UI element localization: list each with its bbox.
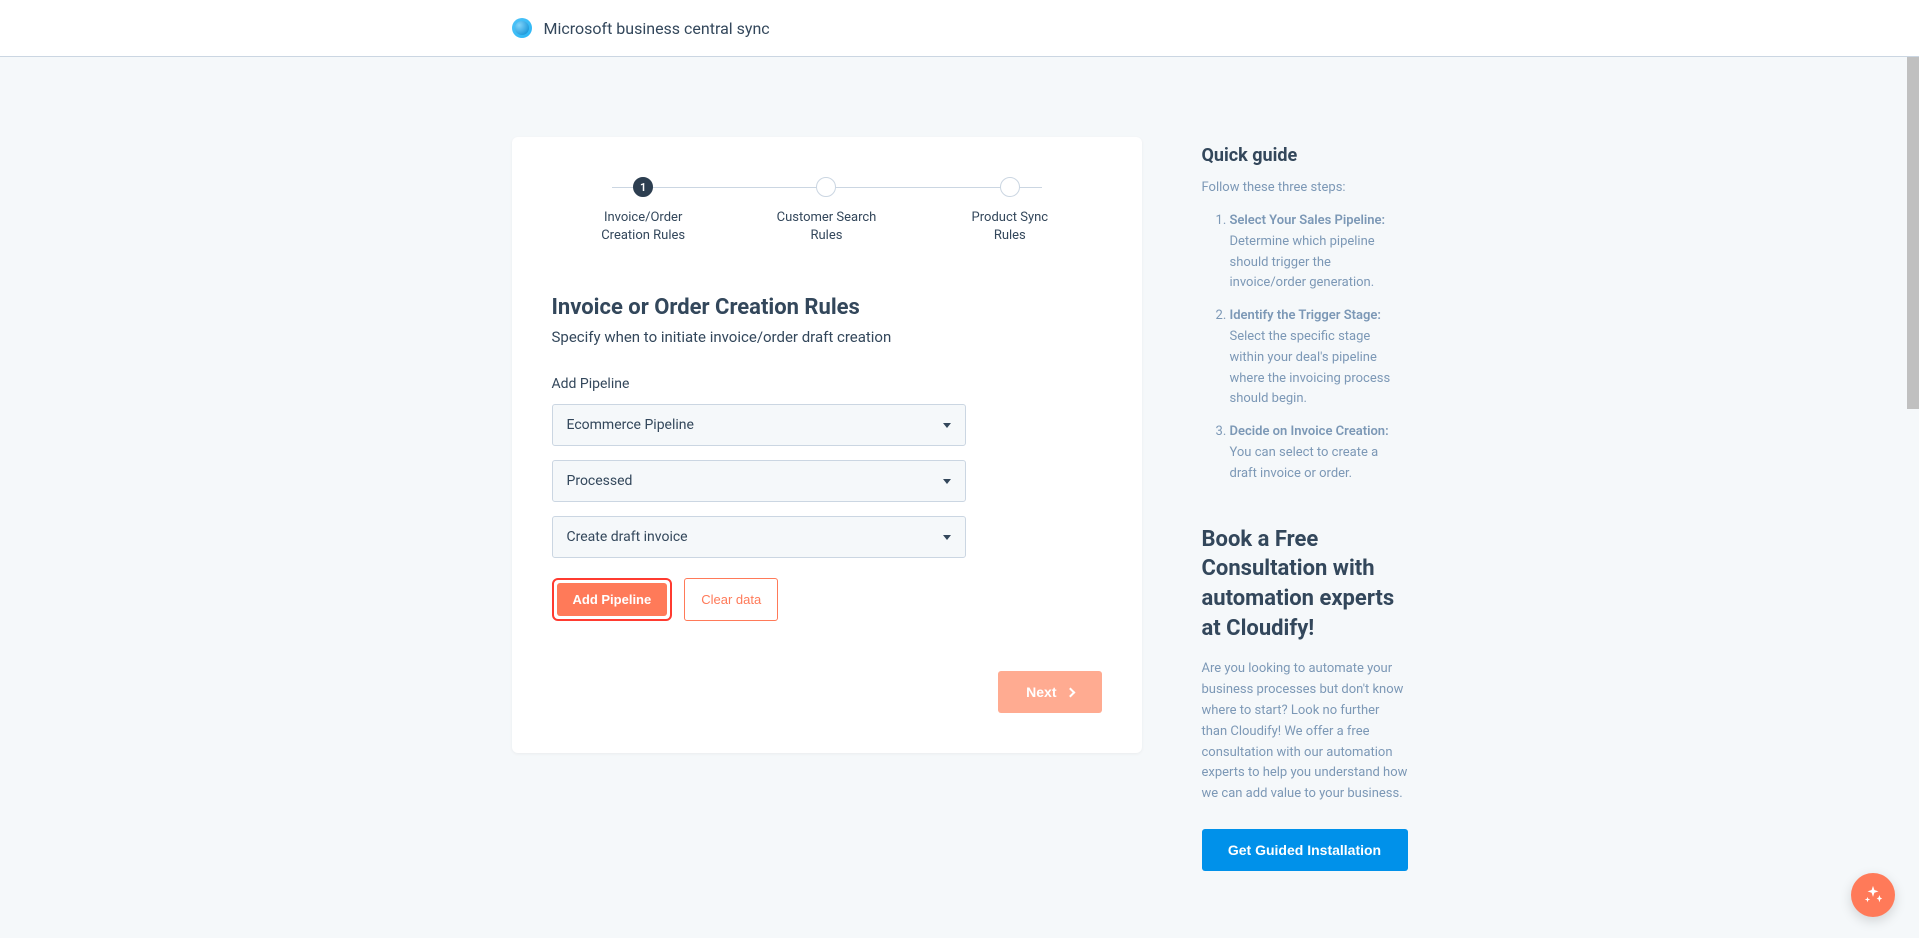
next-button[interactable]: Next (998, 671, 1101, 713)
app-logo-icon (512, 18, 532, 38)
dropdown-value: Processed (567, 473, 633, 489)
scrollbar[interactable] (1907, 57, 1919, 409)
pipeline-label: Add Pipeline (552, 376, 1102, 392)
app-header: Microsoft business central sync (0, 0, 1919, 57)
guided-installation-button[interactable]: Get Guided Installation (1202, 829, 1408, 871)
step-label: Invoice/Order Creation Rules (588, 209, 698, 245)
add-pipeline-highlight: Add Pipeline (552, 578, 673, 621)
consult-text: Are you looking to automate your busines… (1202, 659, 1408, 805)
chevron-right-icon (1065, 687, 1075, 697)
stepper: 1 Invoice/Order Creation Rules Customer … (552, 177, 1102, 245)
guide-item: Identify the Trigger Stage: Select the s… (1230, 306, 1408, 410)
page-background: 1 Invoice/Order Creation Rules Customer … (0, 57, 1919, 938)
step-customer-search[interactable]: Customer Search Rules (735, 177, 918, 245)
step-product-sync[interactable]: Product Sync Rules (918, 177, 1101, 245)
main-card: 1 Invoice/Order Creation Rules Customer … (512, 137, 1142, 753)
section-title: Invoice or Order Creation Rules (552, 295, 1102, 320)
chevron-down-icon (943, 423, 951, 428)
guide-item: Select Your Sales Pipeline: Determine wh… (1230, 211, 1408, 294)
guide-intro: Follow these three steps: (1202, 180, 1408, 195)
action-dropdown[interactable]: Create draft invoice (552, 516, 966, 558)
step-label: Customer Search Rules (771, 209, 881, 245)
pipeline-dropdown[interactable]: Ecommerce Pipeline (552, 404, 966, 446)
step-circle-1: 1 (633, 177, 653, 197)
step-label: Product Sync Rules (955, 209, 1065, 245)
section-subtitle: Specify when to initiate invoice/order d… (552, 328, 1102, 346)
sidebar: Quick guide Follow these three steps: Se… (1202, 137, 1408, 871)
clear-data-button[interactable]: Clear data (684, 578, 778, 621)
chevron-down-icon (943, 479, 951, 484)
guide-item: Decide on Invoice Creation: You can sele… (1230, 422, 1408, 484)
chevron-down-icon (943, 535, 951, 540)
consult-title: Book a Free Consultation with automation… (1202, 525, 1408, 644)
button-row: Add Pipeline Clear data (552, 578, 1102, 621)
guide-list: Select Your Sales Pipeline: Determine wh… (1202, 211, 1408, 485)
app-title: Microsoft business central sync (544, 19, 770, 38)
step-circle-2 (816, 177, 836, 197)
add-pipeline-button[interactable]: Add Pipeline (557, 583, 668, 616)
stage-dropdown[interactable]: Processed (552, 460, 966, 502)
help-fab[interactable] (1851, 873, 1895, 917)
dropdown-value: Create draft invoice (567, 529, 688, 545)
step-circle-3 (1000, 177, 1020, 197)
next-button-label: Next (1026, 684, 1056, 700)
step-invoice-rules[interactable]: 1 Invoice/Order Creation Rules (552, 177, 735, 245)
next-row: Next (552, 671, 1102, 713)
guide-title: Quick guide (1202, 145, 1408, 166)
dropdown-value: Ecommerce Pipeline (567, 417, 694, 433)
sparkle-icon (1862, 884, 1884, 906)
